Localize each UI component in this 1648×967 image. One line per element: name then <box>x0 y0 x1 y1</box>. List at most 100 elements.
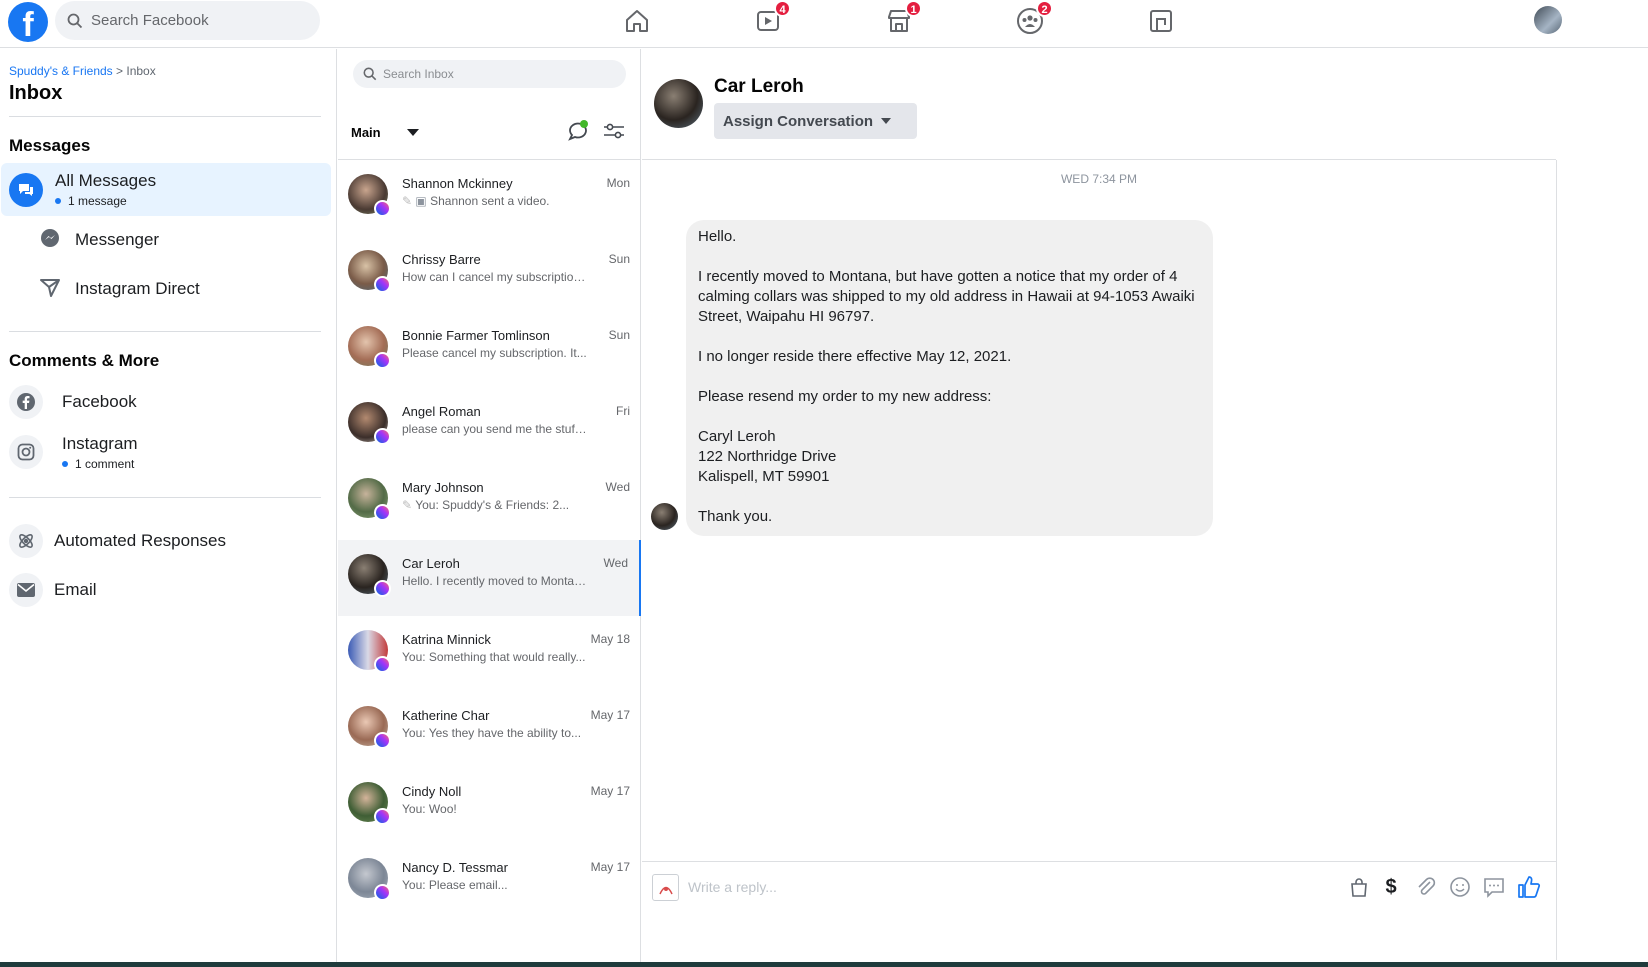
message-line: I no longer reside there effective May 1… <box>698 348 1012 365</box>
sidebar-item-label: Automated Responses <box>54 531 226 550</box>
message-line: Caryl Leroh <box>698 428 776 445</box>
conversation-row[interactable]: Angel Roman please can you send me the s… <box>338 388 641 464</box>
conversation-time: May 17 <box>590 860 630 874</box>
watch-nav-button[interactable]: 4 <box>753 0 791 36</box>
new-message-button[interactable] <box>567 120 589 142</box>
instagram-icon <box>9 435 43 469</box>
gaming-icon <box>1150 10 1172 32</box>
search-icon <box>67 13 83 28</box>
assign-conversation-button[interactable]: Assign Conversation <box>714 103 917 139</box>
caret-down-icon <box>881 118 892 124</box>
messenger-badge-icon <box>374 504 391 521</box>
conversation-row[interactable]: Katherine Char You: Yes they have the ab… <box>338 692 641 768</box>
conversation-snippet: You: Something that would really... <box>402 650 586 664</box>
message-line: Thank you. <box>698 508 773 525</box>
reply-composer: Write a reply... $ <box>642 861 1556 913</box>
conversation-row-selected[interactable]: Car Leroh Hello. I recently moved to Mon… <box>338 540 641 616</box>
send-arrow-icon <box>40 277 60 302</box>
messenger-badge-icon <box>374 276 391 293</box>
conversation-snippet: ✎ You: Spuddy's & Friends: 2... <box>402 498 588 512</box>
conversation-name: Nancy D. Tessmar <box>402 860 508 875</box>
conversation-time: Wed <box>603 556 628 570</box>
message-gap <box>698 247 1202 267</box>
filter-settings-button[interactable] <box>603 122 625 142</box>
home-nav-button[interactable] <box>622 6 652 36</box>
shop-bag-button[interactable] <box>1347 875 1371 899</box>
conversation-time: Fri <box>616 404 630 418</box>
profile-avatar[interactable] <box>1534 6 1562 34</box>
sidebar-item-facebook[interactable]: Facebook <box>0 384 330 420</box>
message-line: Kalispell, MT 59901 <box>698 468 830 485</box>
conversation-row[interactable]: Mary Johnson ✎ You: Spuddy's & Friends: … <box>338 464 641 540</box>
conversation-view: Car Leroh Assign Conversation WED 7:34 P… <box>642 49 1556 967</box>
marketplace-nav-button[interactable]: 1 <box>884 0 922 36</box>
conversation-row[interactable]: Chrissy Barre How can I cancel my subscr… <box>338 236 641 312</box>
conversation-snippet: You: Woo! <box>402 802 457 816</box>
breadcrumb-current: Inbox <box>126 64 156 78</box>
conversation-name: Cindy Noll <box>402 784 462 799</box>
sidebar-item-label: Instagram <box>62 433 138 453</box>
conversation-snippet: You: Please email... <box>402 878 508 892</box>
conversation-row[interactable]: Cindy Noll You: Woo! May 17 <box>338 768 641 844</box>
search-inbox-input[interactable]: Search Inbox <box>353 60 626 88</box>
conversation-row[interactable]: Nancy D. Tessmar You: Please email... Ma… <box>338 844 641 920</box>
like-button[interactable] <box>1517 875 1541 899</box>
message-timestamp: WED 7:34 PM <box>1060 172 1138 186</box>
messenger-badge-icon <box>374 200 391 217</box>
emoji-button[interactable] <box>1448 875 1472 899</box>
groups-badge: 2 <box>1036 0 1053 17</box>
conversation-snippet: Hello. I recently moved to Montan... <box>402 574 588 588</box>
messenger-badge-icon <box>374 732 391 749</box>
sidebar-item-messenger[interactable]: Messenger <box>0 223 330 257</box>
conversation-name: Angel Roman <box>402 404 481 419</box>
sidebar-item-label: All Messages <box>55 171 157 190</box>
reply-input[interactable]: Write a reply... <box>688 879 777 895</box>
saved-replies-button[interactable] <box>1482 875 1506 899</box>
envelope-icon <box>9 573 43 607</box>
divider <box>9 116 321 117</box>
conversation-row[interactable]: Shannon Mckinney ✎ ▣ Shannon sent a vide… <box>338 160 641 236</box>
message-count: 1 message <box>68 194 127 208</box>
comment-count: 1 comment <box>75 456 135 471</box>
conversation-time: Sun <box>608 328 630 342</box>
snippet-text: You: Spuddy's & Friends: 2... <box>415 498 570 512</box>
breadcrumb-page-link[interactable]: Spuddy's & Friends <box>9 64 113 78</box>
dollar-icon: $ <box>1385 875 1397 898</box>
divider <box>9 331 321 332</box>
sidebar-item-instagram[interactable]: Instagram 1 comment <box>0 432 330 472</box>
breadcrumb: Spuddy's & Friends > Inbox <box>9 64 156 78</box>
inbox-filter-dropdown[interactable]: Main <box>351 125 419 140</box>
facebook-logo-icon[interactable]: f <box>8 2 48 42</box>
chat-dots-icon <box>1484 878 1504 898</box>
conversation-list-panel: Search Inbox Main Shannon Mckinney ✎ ▣ S… <box>338 49 641 967</box>
conversation-snippet: Please cancel my subscription. It... <box>402 346 587 360</box>
sidebar-item-automated-responses[interactable]: Automated Responses <box>0 523 330 559</box>
avatar[interactable] <box>654 79 703 128</box>
messenger-badge-icon <box>374 580 391 597</box>
search-facebook-input[interactable]: Search Facebook <box>55 1 320 40</box>
sidebar-item-instagram-direct[interactable]: Instagram Direct <box>0 272 330 306</box>
unread-dot <box>62 460 68 467</box>
attachment-icon: ✎ <box>402 194 413 208</box>
page-title: Inbox <box>9 82 63 104</box>
conversation-row[interactable]: Katrina Minnick You: Something that woul… <box>338 616 641 692</box>
thumbs-up-icon <box>1518 876 1541 898</box>
conversation-time: Sun <box>608 252 630 266</box>
gaming-nav-button[interactable] <box>1146 6 1176 36</box>
conversation-snippet: ✎ ▣ Shannon sent a video. <box>402 194 588 208</box>
conversation-time: Mon <box>606 176 630 190</box>
breadcrumb-separator: > <box>112 64 127 78</box>
search-inbox-placeholder: Search Inbox <box>383 67 454 81</box>
taskbar-edge <box>0 962 1648 967</box>
conversation-header: Car Leroh Assign Conversation <box>642 49 1556 160</box>
messenger-icon <box>40 228 60 253</box>
conversation-name: Chrissy Barre <box>402 252 481 267</box>
attach-button[interactable] <box>1414 875 1438 899</box>
payment-button[interactable]: $ <box>1379 875 1403 899</box>
sidebar-item-label: Instagram Direct <box>75 279 200 298</box>
sidebar-item-email[interactable]: Email <box>0 572 330 608</box>
conversation-row[interactable]: Bonnie Farmer Tomlinson Please cancel my… <box>338 312 641 388</box>
groups-nav-button[interactable]: 2 <box>1015 0 1053 36</box>
sidebar-item-all-messages[interactable]: All Messages 1 message <box>1 163 331 216</box>
video-file-icon: ▣ <box>415 194 427 208</box>
